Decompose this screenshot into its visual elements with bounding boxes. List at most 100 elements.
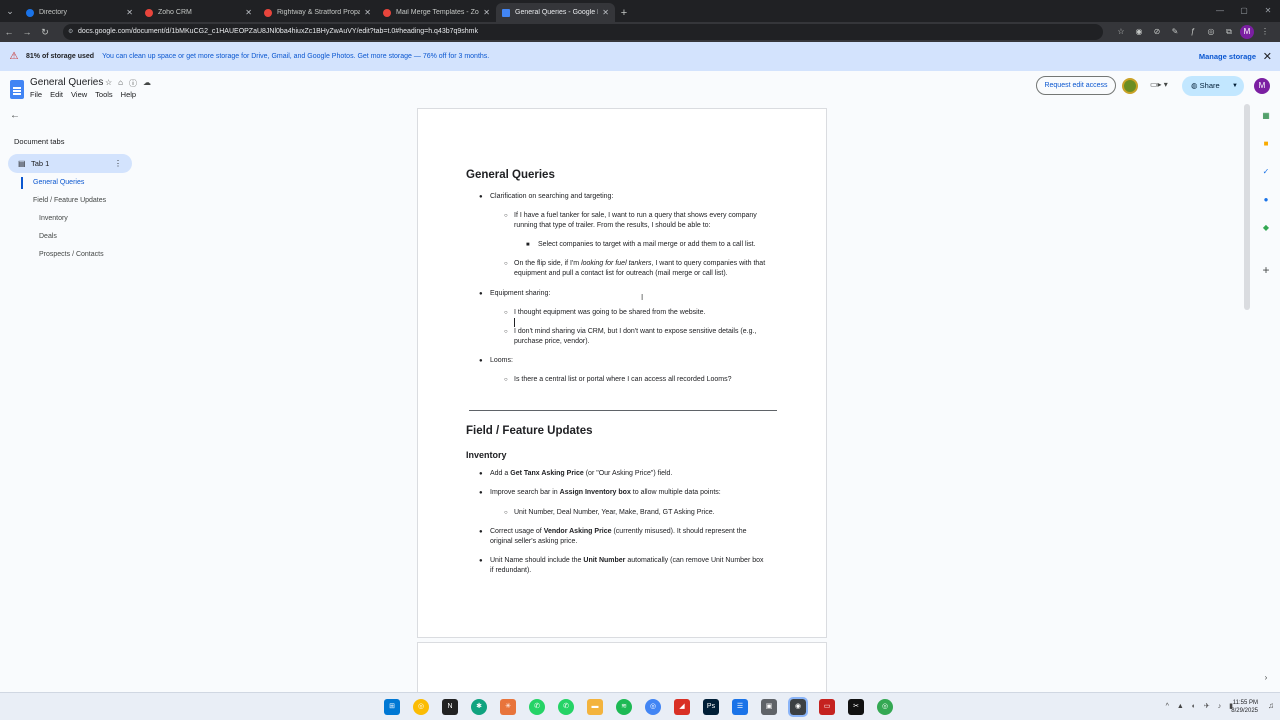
outline-item-prospects-contacts[interactable]: Prospects / Contacts [39, 251, 104, 258]
chrome-alt-icon[interactable]: ◎ [877, 699, 893, 715]
bullet-square: ■ [526, 242, 530, 248]
photoshop-icon[interactable]: Ps [703, 699, 719, 715]
chrome-profile-icon[interactable]: ◎ [645, 699, 661, 715]
bookmark-star-icon[interactable]: ☆ [1114, 25, 1128, 39]
info-icon[interactable]: ⓘ [129, 78, 137, 89]
menu-tools[interactable]: Tools [95, 90, 113, 99]
request-edit-access-button[interactable]: Request edit access [1036, 76, 1116, 95]
whatsapp-icon[interactable]: ✆ [558, 699, 574, 715]
close-tab-icon[interactable]: ✕ [126, 8, 133, 17]
forward-icon[interactable]: → [18, 27, 36, 37]
back-arrow-icon[interactable]: ← [10, 110, 20, 121]
site-info-icon[interactable]: ⚙ [68, 24, 73, 40]
extension-circle-icon[interactable]: ◎ [1204, 25, 1218, 39]
menu-help[interactable]: Help [121, 90, 136, 99]
inline-bold: Unit Number [583, 557, 626, 564]
menu-view[interactable]: View [71, 90, 87, 99]
collaborator-avatar[interactable] [1122, 78, 1138, 94]
meet-video-icon[interactable]: ▭▸ ▾ [1150, 80, 1168, 89]
windows-start-icon[interactable]: ⊞ [384, 699, 400, 715]
inline-text: (or "Our Asking Price") field. [583, 470, 673, 477]
tab-search-icon[interactable]: ⌄ [0, 0, 20, 22]
file-explorer-icon[interactable]: ▬ [587, 699, 603, 715]
storage-message-link[interactable]: You can clean up space or get more stora… [102, 53, 489, 60]
notepad-icon[interactable]: ☰ [732, 699, 748, 715]
docs-logo-icon[interactable] [10, 80, 24, 99]
close-tab-icon[interactable]: ✕ [364, 8, 371, 17]
share-label: Share [1199, 81, 1220, 90]
calendar-icon[interactable]: ▦ [1260, 110, 1272, 122]
docs-header: General Queries ☆ ⌂ ⓘ ☁ File Edit View T… [0, 71, 1280, 103]
extension-block-icon[interactable]: ⊘ [1150, 25, 1164, 39]
back-icon[interactable]: ← [0, 27, 18, 37]
spotify-icon[interactable]: ≋ [616, 699, 632, 715]
inline-text: automatically (can remove Unit Number bo… [625, 557, 764, 564]
browser-tab-general-queries[interactable]: General Queries - Google Docs ✕ [496, 3, 615, 22]
close-banner-icon[interactable]: ✕ [1263, 50, 1272, 63]
outline-item-field-feature-updates[interactable]: Field / Feature Updates [33, 197, 106, 204]
outline-current-indicator [21, 177, 23, 189]
new-tab-icon[interactable]: + [615, 3, 633, 22]
flip-side-emphasis: looking for fuel tankers [581, 260, 652, 267]
unit-name-line-1: Unit Name should include the Unit Number… [490, 556, 764, 566]
move-folder-icon[interactable]: ⌂ [118, 78, 123, 89]
outline-item-general-queries[interactable]: General Queries [33, 179, 84, 186]
extension-function-icon[interactable]: ƒ [1186, 25, 1200, 39]
system-tray[interactable]: ^ ▲ ◐ ✈ ♪ ▮ [1166, 702, 1236, 710]
chatgpt-icon[interactable]: ✱ [471, 699, 487, 715]
app-red-icon[interactable]: ◢ [674, 699, 690, 715]
contacts-icon[interactable]: ● [1260, 194, 1272, 206]
chrome-icon[interactable]: ◎ [413, 699, 429, 715]
address-bar[interactable]: ⚙ docs.google.com/document/d/1bMKuCG2_c1… [63, 24, 1103, 40]
extensions-puzzle-icon[interactable]: ⧉ [1222, 25, 1236, 39]
extension-camera-icon[interactable]: ◉ [1132, 25, 1146, 39]
phone-app-icon[interactable]: ✆ [529, 699, 545, 715]
manage-storage-link[interactable]: Manage storage [1199, 52, 1256, 61]
notion-icon[interactable]: N [442, 699, 458, 715]
maximize-icon[interactable]: ▢ [1232, 0, 1256, 22]
document-tab-label: Tab 1 [31, 159, 50, 168]
browser-tab-title: General Queries - Google Docs [515, 9, 598, 16]
browser-tab-zoho-crm[interactable]: Zoho CRM ✕ [139, 3, 258, 22]
menu-edit[interactable]: Edit [50, 90, 63, 99]
cloud-status-icon[interactable]: ☁ [143, 78, 151, 89]
close-window-icon[interactable]: ✕ [1256, 0, 1280, 22]
document-page[interactable]: General Queries ● Clarification on searc… [417, 108, 827, 638]
browser-menu-icon[interactable]: ⋮ [1258, 25, 1272, 39]
share-dropdown-icon[interactable]: ▼ [1232, 76, 1238, 96]
document-title[interactable]: General Queries [30, 77, 103, 88]
tab-options-icon[interactable]: ⋮ [114, 154, 122, 173]
screen-recorder-icon[interactable]: ◉ [788, 697, 808, 717]
maps-icon[interactable]: ◆ [1260, 222, 1272, 234]
app-grid-icon[interactable]: ▣ [761, 699, 777, 715]
browser-tab-rightway[interactable]: Rightway & Stratford Propane ✕ [258, 3, 377, 22]
browser-tab-directory[interactable]: Directory ✕ [20, 3, 139, 22]
claude-icon[interactable]: ✳ [500, 699, 516, 715]
browser-profile-avatar[interactable]: M [1240, 25, 1254, 39]
outline-item-inventory[interactable]: Inventory [39, 215, 68, 222]
capcut-icon[interactable]: ✂ [848, 699, 864, 715]
account-avatar[interactable]: M [1254, 78, 1270, 94]
close-tab-icon[interactable]: ✕ [483, 8, 490, 17]
extension-pen-icon[interactable]: ✎ [1168, 25, 1182, 39]
star-icon[interactable]: ☆ [105, 78, 112, 89]
flip-side-text: On the flip side, if I'm [514, 260, 582, 267]
document-tab-1[interactable]: ▤ Tab 1 ⋮ [8, 154, 132, 173]
tab-icon: ▤ [18, 159, 26, 168]
system-clock[interactable]: 11:55 PM 8/29/2025 [1231, 699, 1258, 715]
close-tab-icon[interactable]: ✕ [245, 8, 252, 17]
tasks-icon[interactable]: ✓ [1260, 166, 1272, 178]
outline-item-deals[interactable]: Deals [39, 233, 57, 240]
minimize-icon[interactable]: — [1208, 0, 1232, 22]
close-tab-icon[interactable]: ✕ [602, 8, 609, 17]
app-screen-icon[interactable]: ▭ [819, 699, 835, 715]
reload-icon[interactable]: ↻ [36, 27, 54, 38]
notification-bell-icon[interactable]: ♫ [1268, 701, 1274, 710]
document-scrollbar[interactable] [1244, 104, 1250, 310]
menu-file[interactable]: File [30, 90, 42, 99]
keep-icon[interactable]: ■ [1260, 138, 1272, 150]
add-addon-icon[interactable]: + [1260, 264, 1272, 276]
collapse-panel-icon[interactable]: › [1260, 672, 1272, 684]
share-button[interactable]: ◍ Share ▼ [1182, 76, 1244, 96]
browser-tab-mail-merge[interactable]: Mail Merge Templates - Zoho ✕ [377, 3, 496, 22]
